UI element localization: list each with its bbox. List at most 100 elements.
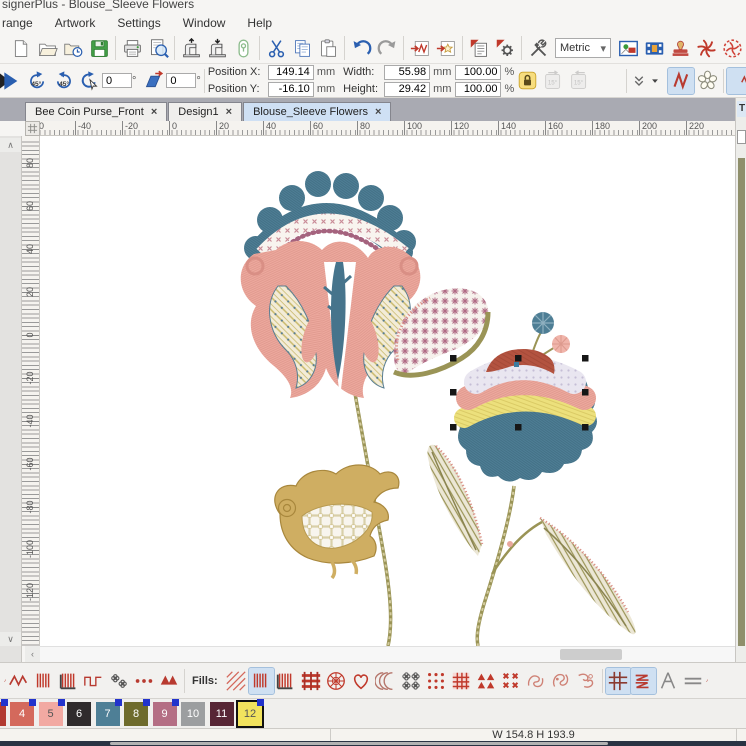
open-recent-icon[interactable] xyxy=(60,35,86,61)
scale-y-input[interactable] xyxy=(455,82,501,97)
design-canvas[interactable] xyxy=(40,136,735,646)
thread-color-9[interactable]: 9 xyxy=(153,702,177,726)
fill-motif-grid-icon[interactable] xyxy=(399,668,424,694)
new-document-icon[interactable] xyxy=(8,35,34,61)
fill-triangle-motif-icon[interactable] xyxy=(474,668,499,694)
fill-zigzag-border-icon[interactable] xyxy=(631,668,656,694)
tulip-flower[interactable] xyxy=(241,171,421,398)
fill-parallel-lines-icon[interactable] xyxy=(681,668,706,694)
menu-item-settings[interactable]: Settings xyxy=(106,14,171,32)
thread-color-12[interactable]: 12 xyxy=(238,702,262,726)
fill-mandala-icon[interactable] xyxy=(324,668,349,694)
rotate-by-input[interactable] xyxy=(102,73,132,88)
fill-satin-icon[interactable] xyxy=(249,668,274,694)
save-icon[interactable] xyxy=(86,35,112,61)
collapse-chevron-icon[interactable] xyxy=(630,68,648,94)
skew-icon[interactable] xyxy=(140,68,166,94)
fill-grid-icon[interactable] xyxy=(449,668,474,694)
fill-dot-grid-icon[interactable] xyxy=(424,668,449,694)
fill-cross-motif-icon[interactable] xyxy=(499,668,524,694)
open-design-icon[interactable] xyxy=(34,35,60,61)
fill-heart-icon[interactable] xyxy=(349,668,374,694)
fill-raised-satin-icon[interactable] xyxy=(274,668,299,694)
outline-satin-icon[interactable] xyxy=(31,668,56,694)
tab-design1[interactable]: Design1× xyxy=(168,102,242,121)
copy-icon[interactable] xyxy=(289,35,315,61)
position-y-input[interactable] xyxy=(268,82,314,97)
print-preview-icon[interactable] xyxy=(145,35,171,61)
thread-color-6[interactable]: 6 xyxy=(67,702,91,726)
outline-square-motif-icon[interactable] xyxy=(81,668,106,694)
fill-edge-partial-icon[interactable] xyxy=(706,668,712,694)
docker-tab[interactable]: T xyxy=(737,101,746,117)
skew-by-input[interactable] xyxy=(166,73,196,88)
rotate-ccw-45-icon[interactable]: 45° xyxy=(24,68,50,94)
fill-waves-icon[interactable] xyxy=(374,668,399,694)
print-icon[interactable] xyxy=(119,35,145,61)
redo-icon[interactable] xyxy=(374,35,400,61)
insert-embroidery-icon[interactable] xyxy=(407,35,433,61)
design-properties-icon[interactable] xyxy=(466,35,492,61)
rotate-cw-45-icon[interactable]: 45° xyxy=(50,68,76,94)
thread-color-11[interactable]: 11 xyxy=(210,702,234,726)
undo-icon[interactable] xyxy=(348,35,374,61)
stamp-icon[interactable] xyxy=(667,35,693,61)
menu-item-artwork[interactable]: Artwork xyxy=(44,14,107,32)
thread-color-10[interactable]: 10 xyxy=(181,702,205,726)
acanthus-leaf[interactable] xyxy=(275,465,399,578)
thread-color-4[interactable]: 4 xyxy=(10,702,34,726)
thread-color-5[interactable]: 5 xyxy=(39,702,63,726)
toolbox-scroll-up[interactable]: ∧ xyxy=(0,138,21,152)
zigzag-stitch-icon[interactable] xyxy=(668,68,694,94)
rotate-15-cw-icon[interactable]: 15° xyxy=(566,68,592,94)
tools-icon[interactable] xyxy=(525,35,551,61)
rotate-15-ccw-icon[interactable]: 15° xyxy=(540,68,566,94)
tab-close-icon[interactable]: × xyxy=(151,106,157,118)
width-input[interactable] xyxy=(384,65,430,80)
motif-cluster-icon[interactable] xyxy=(727,68,746,94)
thread-color-7[interactable]: 7 xyxy=(96,702,120,726)
scroll-left-arrow[interactable]: ‹ xyxy=(25,646,40,662)
insert-artwork-icon[interactable] xyxy=(433,35,459,61)
menu-item-range[interactable]: range xyxy=(0,14,44,32)
twirl-icon[interactable] xyxy=(693,35,719,61)
applique-icon[interactable] xyxy=(719,35,745,61)
fill-hatch-icon[interactable] xyxy=(224,668,249,694)
tab-close-icon[interactable]: × xyxy=(226,106,232,118)
cut-icon[interactable] xyxy=(263,35,289,61)
position-x-input[interactable] xyxy=(268,65,314,80)
embroidery-design[interactable] xyxy=(40,136,735,646)
fill-paisley-3-icon[interactable] xyxy=(574,668,599,694)
ruler-corner[interactable] xyxy=(25,121,40,136)
stitch-player-icon[interactable] xyxy=(641,35,667,61)
fill-compass-icon[interactable] xyxy=(656,668,681,694)
options-icon[interactable] xyxy=(492,35,518,61)
thread-color-sliver[interactable] xyxy=(0,702,6,726)
fill-lattice-icon[interactable] xyxy=(606,668,631,694)
outline-zigzag-icon[interactable] xyxy=(6,668,31,694)
fill-paisley-1-icon[interactable] xyxy=(524,668,549,694)
paste-icon[interactable] xyxy=(315,35,341,61)
flower-motif-icon[interactable] xyxy=(694,68,720,94)
machine-manager-icon[interactable] xyxy=(230,35,256,61)
outline-raised-satin-icon[interactable] xyxy=(56,668,81,694)
scale-x-input[interactable] xyxy=(455,65,501,80)
toolbox-scroll-down[interactable]: ∨ xyxy=(0,632,21,646)
height-input[interactable] xyxy=(384,82,430,97)
tab-bee-coin-purse-front[interactable]: Bee Coin Purse_Front× xyxy=(25,102,167,121)
background-picture-icon[interactable] xyxy=(615,35,641,61)
thread-color-8[interactable]: 8 xyxy=(124,702,148,726)
tab-close-icon[interactable]: × xyxy=(375,106,381,118)
lock-proportions-icon[interactable] xyxy=(514,68,540,94)
outline-triangles-icon[interactable] xyxy=(156,668,181,694)
fill-weave-icon[interactable] xyxy=(299,668,324,694)
unit-selector[interactable]: Metric▾ xyxy=(555,38,611,58)
selection-pointer-icon[interactable] xyxy=(0,68,20,94)
outline-dots-icon[interactable] xyxy=(131,668,156,694)
outline-motif-icon[interactable] xyxy=(106,668,131,694)
read-from-machine-icon[interactable] xyxy=(204,35,230,61)
write-to-machine-icon[interactable] xyxy=(178,35,204,61)
scrollbar-thumb[interactable] xyxy=(560,649,622,660)
more-arrow-icon[interactable] xyxy=(648,68,662,94)
menu-item-window[interactable]: Window xyxy=(172,14,237,32)
